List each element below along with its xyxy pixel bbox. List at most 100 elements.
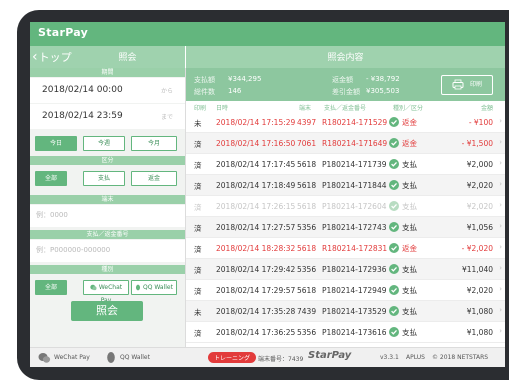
row-kind: 支払	[389, 159, 417, 170]
row-kind-label: 返金	[402, 139, 417, 148]
print-button[interactable]: 印刷	[441, 75, 493, 95]
row-kind: 支払	[389, 201, 417, 212]
date-to-field[interactable]: 2018/02/14 23:59 まで	[30, 104, 185, 129]
section-category: 区分	[30, 156, 185, 165]
col-terminal: 端末	[299, 105, 312, 112]
row-printed: 済	[194, 329, 202, 338]
table-row[interactable]: 済 2018/02/14 17:29:57 5618 P180214-172949 支払…	[186, 280, 505, 301]
category-buttons: 全部 支払 返金	[30, 168, 185, 190]
terminal-input[interactable]	[34, 208, 183, 222]
check-icon	[389, 327, 399, 337]
table-row[interactable]: 済 2018/02/14 17:16:50 7061 R180214-171649 返金…	[186, 133, 505, 154]
left-header: ‹トップ 照会	[30, 46, 185, 68]
kind-wechat-button[interactable]: WeChat Pay	[83, 280, 129, 304]
category-all-button[interactable]: 全部	[35, 171, 67, 186]
section-terminal: 端末	[30, 195, 185, 204]
right-title: 照会内容	[327, 53, 364, 63]
table-row[interactable]: 未 2018/02/14 17:15:29 4397 R180214-171529 返金…	[186, 112, 505, 133]
row-kind: 返金	[389, 243, 417, 254]
section-kind: 種別	[30, 265, 185, 274]
row-kind: 支払	[389, 285, 417, 296]
row-date: 2018/02/14 17:36:25	[216, 328, 296, 337]
row-date: 2018/02/14 17:27:57	[216, 223, 296, 232]
row-printed: 済	[194, 140, 202, 149]
row-date: 2018/02/14 18:28:32	[216, 244, 296, 253]
table-row[interactable]: 済 2018/02/14 17:26:15 5618 P180214-172604 支払…	[186, 196, 505, 217]
row-kind-label: 支払	[402, 202, 417, 211]
row-terminal: 7439	[297, 307, 317, 316]
table-row[interactable]: 済 2018/02/14 18:28:32 5618 R180214-172831 返金…	[186, 238, 505, 259]
row-kind-label: 支払	[402, 265, 417, 274]
row-amount: ¥2,020	[466, 181, 493, 190]
check-icon	[389, 285, 399, 295]
query-button[interactable]: 照会	[71, 301, 143, 321]
check-icon	[389, 138, 399, 148]
print-label: 印刷	[470, 81, 483, 88]
table-row[interactable]: 済 2018/02/14 17:18:49 5618 P180214-171844 支払…	[186, 175, 505, 196]
row-date: 2018/02/14 17:35:28	[216, 307, 296, 316]
row-kind-label: 支払	[402, 181, 417, 190]
row-kind: 支払	[389, 327, 417, 338]
check-icon	[389, 117, 399, 127]
transaction-list: 未 2018/02/14 17:15:29 4397 R180214-171529 返金…	[186, 112, 505, 343]
row-amount: ¥1,056	[466, 223, 493, 232]
period-today-button[interactable]: 今日	[35, 136, 77, 151]
chevron-right-icon: ›	[499, 285, 502, 293]
date-from-suffix: から	[160, 88, 173, 95]
date-from-field[interactable]: 2018/02/14 00:00 から	[30, 78, 185, 103]
footer-wechat: WeChat Pay	[54, 354, 90, 361]
qq-icon	[135, 284, 141, 291]
row-amount: - ¥2,020	[461, 244, 493, 253]
row-txn: R180214-171529	[322, 118, 388, 127]
terminal-input-row	[30, 205, 185, 227]
row-kind: 支払	[389, 306, 417, 317]
table-row[interactable]: 未 2018/02/14 17:35:28 7439 P180214-173529 支払…	[186, 301, 505, 322]
row-terminal: 5618	[297, 202, 317, 211]
printer-icon	[452, 79, 464, 90]
period-month-button[interactable]: 今月	[131, 136, 177, 151]
chevron-right-icon: ›	[499, 201, 502, 209]
row-kind-label: 返金	[402, 118, 417, 127]
col-amount: 金額	[480, 105, 493, 112]
kind-all-button[interactable]: 全部	[35, 280, 67, 295]
table-row[interactable]: 済 2018/02/14 17:27:57 5356 P180214-172743 支払…	[186, 217, 505, 238]
category-payment-button[interactable]: 支払	[83, 171, 125, 186]
chevron-right-icon: ›	[499, 180, 502, 188]
tablet-device: StarPay ‹トップ 照会 照会内容 期間 2018/02/14 00:00…	[0, 0, 509, 380]
payment-no-input[interactable]	[34, 243, 183, 257]
pay-amount-value: ¥344,295	[228, 75, 262, 83]
row-kind-label: 返金	[402, 244, 417, 253]
table-row[interactable]: 済 2018/02/14 17:29:42 5356 P180214-172936 支払…	[186, 259, 505, 280]
row-kind: 返金	[389, 117, 417, 128]
col-txn: 支払／返金番号	[324, 105, 367, 112]
row-txn: R180214-172831	[322, 244, 388, 253]
category-refund-button[interactable]: 返金	[131, 171, 177, 186]
app-screen: StarPay ‹トップ 照会 照会内容 期間 2018/02/14 00:00…	[30, 22, 505, 367]
chevron-right-icon: ›	[499, 138, 502, 146]
kind-qq-button[interactable]: QQ Wallet	[131, 280, 177, 295]
filter-panel: 期間 2018/02/14 00:00 から 2018/02/14 23:59 …	[30, 68, 186, 348]
wechat-footer-icon	[38, 353, 51, 363]
row-printed: 済	[194, 182, 202, 191]
row-terminal: 5618	[297, 160, 317, 169]
row-printed: 済	[194, 203, 202, 212]
table-row[interactable]: 済 2018/02/14 17:36:25 5356 P180214-173616 支払…	[186, 322, 505, 343]
footer: WeChat Pay QQ Wallet トレーニング 端末番号：7439 St…	[30, 347, 505, 367]
pay-amount-label: 支払額	[194, 76, 215, 84]
row-amount: - ¥100	[468, 118, 493, 127]
net-value: ¥305,503	[366, 87, 400, 95]
row-txn: R180214-171649	[322, 139, 388, 148]
table-row[interactable]: 済 2018/02/14 17:17:45 5618 P180214-171739 支払…	[186, 154, 505, 175]
wechat-icon	[90, 284, 97, 291]
row-txn: P180214-171739	[322, 160, 387, 169]
section-period: 期間	[30, 68, 185, 77]
row-txn: P180214-172604	[322, 202, 387, 211]
row-amount: ¥1,080	[466, 307, 493, 316]
chevron-right-icon: ›	[499, 327, 502, 335]
period-week-button[interactable]: 今週	[83, 136, 125, 151]
footer-terminal-no: 端末番号：7439	[258, 356, 304, 363]
row-terminal: 7061	[297, 139, 317, 148]
check-icon	[389, 201, 399, 211]
row-terminal: 5356	[297, 223, 317, 232]
check-icon	[389, 243, 399, 253]
